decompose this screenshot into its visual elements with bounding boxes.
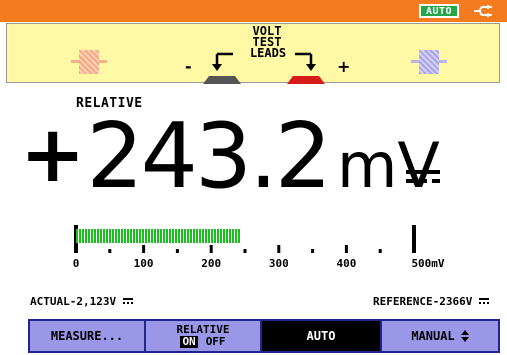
relative-on-option: ON (180, 335, 198, 348)
reading-sign: + (20, 110, 85, 200)
bargraph-tick (277, 245, 281, 253)
analog-bargraph (70, 225, 450, 269)
minus-sign: - (185, 57, 192, 76)
bargraph-tick (175, 249, 179, 253)
reference-value: REFERENCE-2366V (373, 295, 473, 308)
bargraph-scale-label: 100 (133, 257, 154, 270)
panel-title-line-3: LEADS (249, 46, 287, 60)
bargraph-scale-label: 300 (268, 257, 289, 270)
bargraph-scale-label: 0 (72, 257, 80, 270)
positive-probe-icon (419, 50, 439, 74)
relative-softkey[interactable]: RELATIVE ON OFF (146, 321, 260, 351)
bargraph-tick (108, 249, 112, 253)
softkey-bar: MEASURE... RELATIVE ON OFF AUTO MANUAL (28, 319, 500, 353)
main-reading: +243.2 mV (20, 102, 440, 221)
meter-screen: AUTO VOLT TEST LEADS - + RELATIVE +243.2… (0, 0, 507, 355)
relative-off-option: OFF (205, 335, 226, 348)
reading-value: 243.2 (86, 104, 332, 209)
measure-softkey[interactable]: MEASURE... (30, 321, 144, 351)
bargraph-scale-label: 500mV (411, 257, 445, 270)
relative-toggle: ON OFF (180, 335, 226, 348)
bargraph-tick (243, 249, 247, 253)
bargraph-tick (412, 225, 416, 253)
bargraph-scale-label: 200 (201, 257, 222, 270)
auto-softkey[interactable]: AUTO (262, 321, 380, 351)
bargraph-fill (76, 229, 241, 243)
bargraph-tick (142, 245, 146, 253)
bargraph-tick (209, 245, 213, 253)
plus-sign: + (337, 57, 351, 76)
dc-symbol-icon (122, 298, 133, 304)
manual-softkey[interactable]: MANUAL (382, 321, 498, 351)
dc-symbol-icon (479, 298, 489, 304)
bargraph-tick (378, 249, 382, 253)
bargraph-scale-label: 400 (336, 257, 357, 270)
reading-unit: mV (337, 129, 440, 202)
ac-plug-icon (474, 5, 492, 17)
actual-value: ACTUAL-2,123V (30, 295, 117, 308)
manual-label: MANUAL (411, 329, 455, 343)
up-down-chevron-icon (460, 330, 469, 342)
auto-mode-badge: AUTO (419, 4, 459, 18)
status-bar: AUTO (0, 0, 507, 22)
dc-symbol-icon (406, 170, 440, 183)
reference-readout: REFERENCE-2366V (373, 295, 489, 308)
bargraph-tick (344, 245, 348, 253)
test-leads-panel: VOLT TEST LEADS - + (6, 23, 500, 84)
actual-readout: ACTUAL-2,123V (30, 295, 133, 308)
com-probe-icon (79, 50, 99, 74)
bargraph-tick (311, 249, 315, 253)
